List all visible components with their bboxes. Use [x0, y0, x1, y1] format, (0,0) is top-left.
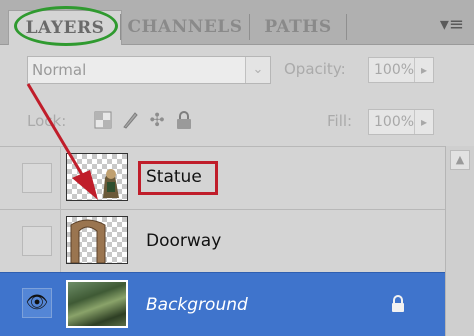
- annotation-arrow: [26, 83, 98, 200]
- layers-panel: LAYERS CHANNELS PATHS ▾≡ Normal ⌄ Opacit…: [0, 0, 474, 336]
